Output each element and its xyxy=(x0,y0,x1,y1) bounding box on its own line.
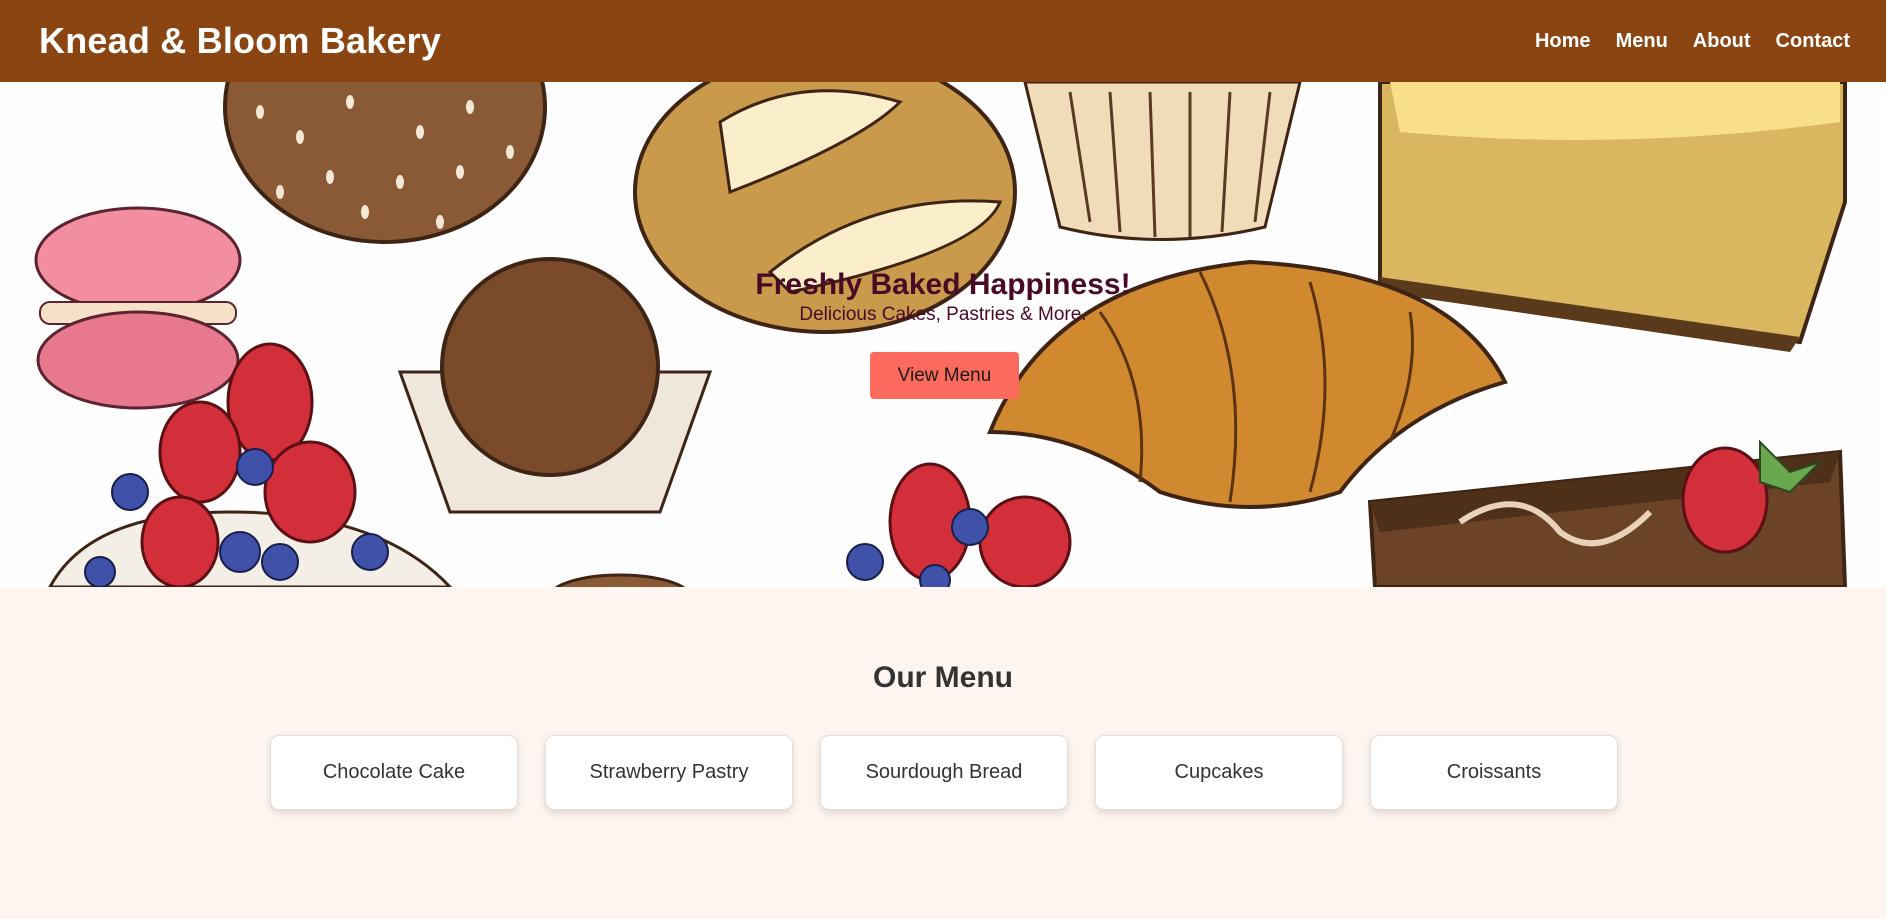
menu-card-sourdough-bread[interactable]: Sourdough Bread xyxy=(820,735,1068,810)
nav-menu[interactable]: Menu xyxy=(1616,30,1668,53)
brand-logo[interactable]: Knead & Bloom Bakery xyxy=(39,20,441,62)
main-nav: Home Menu About Contact xyxy=(1535,30,1850,53)
hero-title: Freshly Baked Happiness! xyxy=(755,268,1131,301)
menu-card-list: Chocolate Cake Strawberry Pastry Sourdou… xyxy=(270,735,1618,810)
nav-contact[interactable]: Contact xyxy=(1776,30,1850,53)
nav-about[interactable]: About xyxy=(1693,30,1751,53)
menu-card-strawberry-pastry[interactable]: Strawberry Pastry xyxy=(545,735,793,810)
hero-illustration xyxy=(34,82,1848,587)
menu-section: Our Menu Chocolate Cake Strawberry Pastr… xyxy=(0,587,1886,919)
view-menu-button[interactable]: View Menu xyxy=(870,352,1019,399)
menu-card-chocolate-cake[interactable]: Chocolate Cake xyxy=(270,735,518,810)
menu-card-cupcakes[interactable]: Cupcakes xyxy=(1095,735,1343,810)
nav-home[interactable]: Home xyxy=(1535,30,1591,53)
site-header: Knead & Bloom Bakery Home Menu About Con… xyxy=(0,0,1886,82)
hero-banner: Freshly Baked Happiness! Delicious Cakes… xyxy=(0,82,1886,587)
hero-subtitle: Delicious Cakes, Pastries & More. xyxy=(799,304,1087,325)
menu-card-croissants[interactable]: Croissants xyxy=(1370,735,1618,810)
menu-heading: Our Menu xyxy=(873,661,1013,694)
